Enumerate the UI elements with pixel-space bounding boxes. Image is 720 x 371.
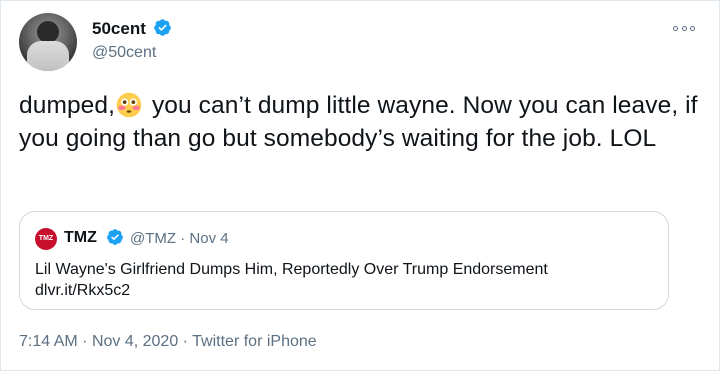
tweet-text: dumped, you can’t dump little wayne. Now… — [19, 89, 709, 155]
quoted-handle: @TMZ — [130, 230, 177, 247]
tmz-avatar[interactable]: TMZ — [35, 228, 57, 250]
quoted-verified-badge-icon — [107, 229, 123, 245]
tweet-source[interactable]: Twitter for iPhone — [192, 333, 317, 350]
tweet-date[interactable]: Nov 4, 2020 — [92, 333, 178, 350]
quoted-display-name: TMZ — [64, 229, 97, 246]
tweet-text-start: dumped, — [19, 92, 116, 119]
tweet-card: 50cent @50cent dumped, you can’t dump li… — [0, 0, 720, 371]
footer-separator-1: · — [82, 333, 88, 350]
quoted-date[interactable]: Nov 4 — [189, 230, 228, 247]
quoted-meta: @TMZ · Nov 4 — [130, 230, 229, 247]
verified-badge-icon — [154, 19, 171, 36]
more-horizontal-icon[interactable] — [673, 23, 695, 33]
avatar-body — [27, 41, 69, 71]
flushed-face-emoji-icon — [116, 92, 142, 118]
author-avatar[interactable] — [19, 13, 77, 71]
quoted-tweet-card[interactable]: TMZ TMZ @TMZ · Nov 4 Lil Wayne's Girlfri… — [19, 211, 669, 310]
quoted-link[interactable]: dlvr.it/Rkx5c2 — [35, 280, 548, 301]
tweet-footer: 7:14 AM · Nov 4, 2020 · Twitter for iPho… — [19, 333, 317, 351]
quoted-separator: · — [180, 230, 186, 247]
avatar-head — [37, 21, 59, 43]
footer-separator-2: · — [182, 333, 188, 350]
author-display-name[interactable]: 50cent — [92, 19, 146, 39]
author-handle[interactable]: @50cent — [92, 44, 156, 62]
tweet-time[interactable]: 7:14 AM — [19, 333, 78, 350]
quoted-headline: Lil Wayne's Girlfriend Dumps Him, Report… — [35, 261, 548, 278]
quoted-text: Lil Wayne's Girlfriend Dumps Him, Report… — [35, 259, 548, 301]
